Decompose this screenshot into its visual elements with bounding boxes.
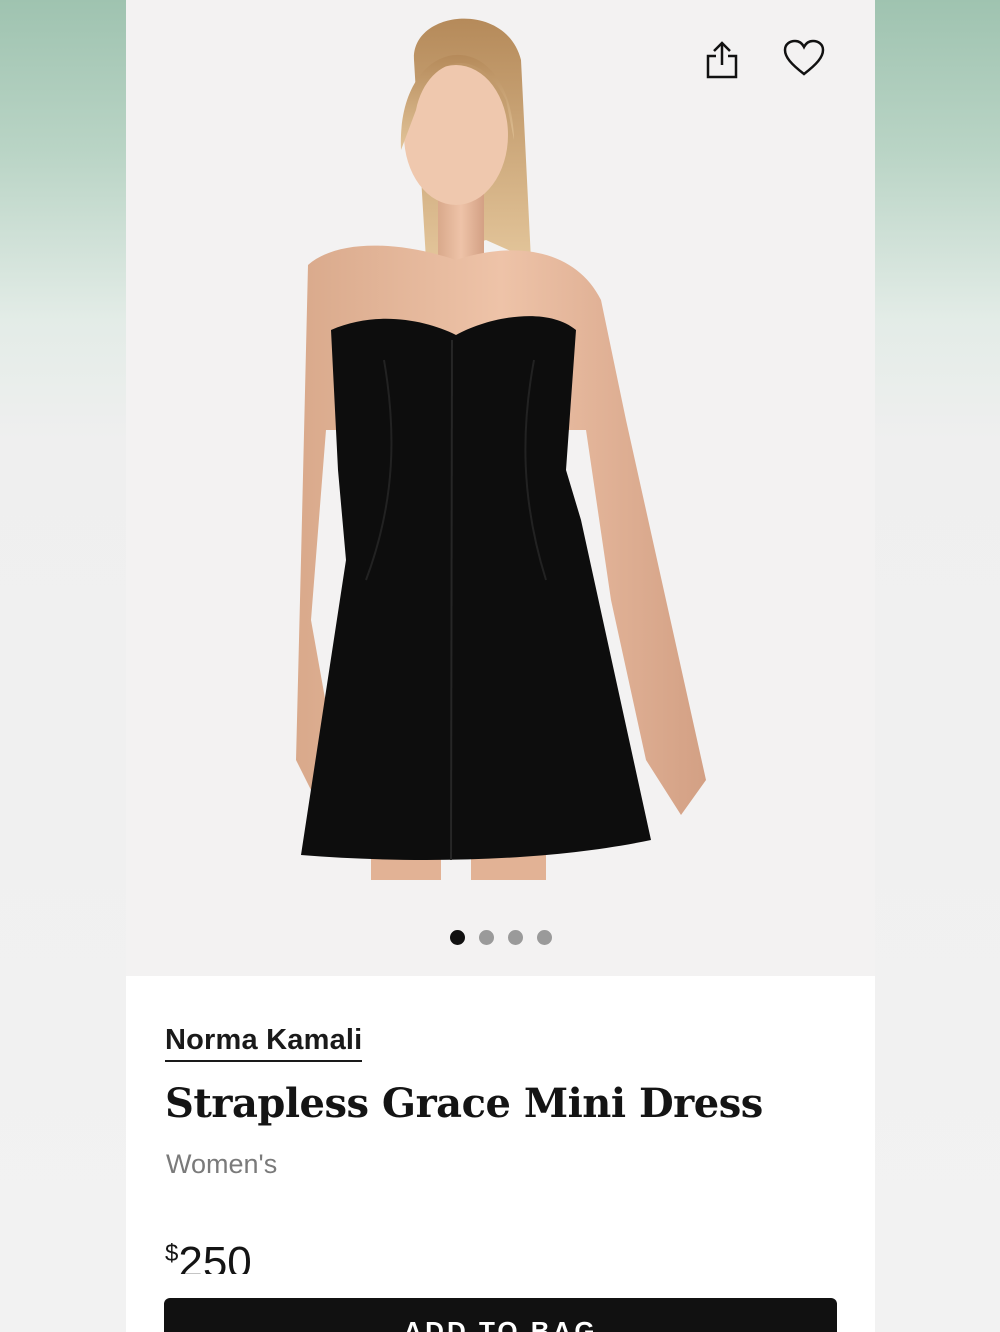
gallery-pagination — [126, 930, 875, 945]
add-to-bag-button[interactable]: ADD TO BAG — [164, 1298, 837, 1332]
product-price: $250 — [165, 1238, 252, 1274]
product-info: Norma Kamali Strapless Grace Mini Dress … — [126, 976, 875, 1332]
backdrop-left — [0, 0, 126, 1332]
product-page: Norma Kamali Strapless Grace Mini Dress … — [126, 0, 875, 1332]
backdrop-right — [875, 0, 1000, 1332]
product-title: Strapless Grace Mini Dress — [165, 1080, 763, 1127]
share-icon — [706, 41, 738, 79]
heart-icon — [783, 39, 825, 76]
product-image-gallery[interactable] — [126, 0, 875, 976]
gallery-dot-3[interactable] — [507, 930, 523, 945]
gallery-dot-2[interactable] — [478, 930, 494, 945]
gallery-dot-4[interactable] — [536, 930, 552, 945]
gallery-dot-1[interactable] — [449, 930, 465, 945]
price-currency: $ — [165, 1240, 179, 1267]
favorite-button[interactable] — [779, 33, 829, 83]
product-photo — [296, 18, 706, 880]
product-gender: Women's — [166, 1149, 278, 1179]
brand-link[interactable]: Norma Kamali — [165, 1024, 363, 1062]
share-button[interactable] — [697, 35, 747, 85]
price-value: 250 — [178, 1238, 252, 1274]
